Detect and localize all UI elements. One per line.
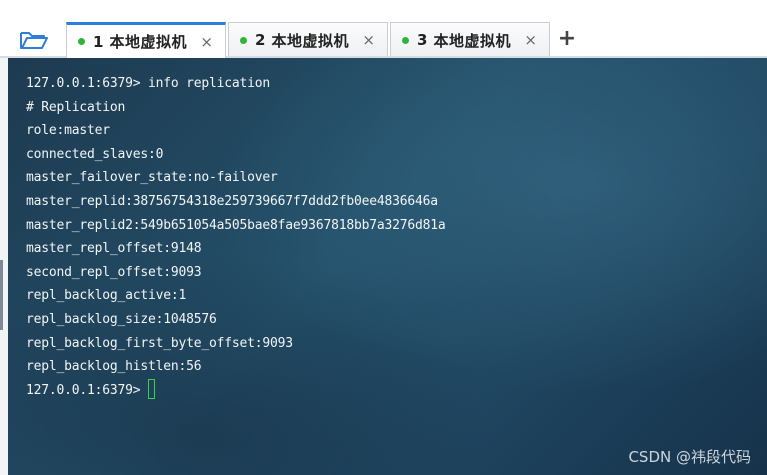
green-dot-icon xyxy=(78,38,85,45)
close-icon[interactable]: × xyxy=(524,31,537,49)
green-dot-icon xyxy=(240,36,247,44)
terminal-line: role:master xyxy=(26,123,110,139)
terminal-pane[interactable]: 127.0.0.1:6379> info replication # Repli… xyxy=(8,58,767,475)
terminal-line: master_replid2:549b651054a505bae8fae9367… xyxy=(26,217,446,233)
terminal-line: master_failover_state:no-failover xyxy=(26,170,278,186)
terminal-line: second_repl_offset:9093 xyxy=(26,264,202,280)
tab-title: 本地虚拟机 xyxy=(109,33,187,51)
terminal-line: repl_backlog_histlen:56 xyxy=(26,359,202,375)
terminal-line: master_replid:38756754318e259739667f7ddd… xyxy=(26,193,438,209)
terminal-line: repl_backlog_size:1048576 xyxy=(26,311,217,327)
open-session-button[interactable] xyxy=(14,26,54,54)
terminal-line: connected_slaves:0 xyxy=(26,146,164,162)
titlebar-gap xyxy=(0,0,767,20)
tab-number: 1 xyxy=(93,32,104,51)
close-icon[interactable]: × xyxy=(362,31,375,49)
terminal-output: 127.0.0.1:6379> info replication # Repli… xyxy=(26,72,446,403)
terminal-prompt-line[interactable]: 127.0.0.1:6379> xyxy=(26,378,445,403)
tab-3[interactable]: 3 本地虚拟机 × xyxy=(390,22,550,57)
terminal-line: repl_backlog_first_byte_offset:9093 xyxy=(26,335,293,351)
tab-title: 本地虚拟机 xyxy=(433,31,511,50)
tab-title: 本地虚拟机 xyxy=(271,31,349,50)
plus-icon[interactable]: + xyxy=(556,24,578,52)
terminal-line: # Replication xyxy=(26,99,126,115)
tab-number: 2 xyxy=(255,31,266,49)
folder-open-icon xyxy=(20,32,48,49)
terminal-prompt: 127.0.0.1:6379> xyxy=(26,382,141,398)
terminal-cursor xyxy=(148,378,156,399)
tab-number: 3 xyxy=(417,31,428,49)
terminal-line: repl_backlog_active:1 xyxy=(26,288,187,304)
close-icon[interactable]: × xyxy=(200,33,213,51)
tab-bar: 1 本地虚拟机 × 2 本地虚拟机 × 3 本地虚拟机 × + xyxy=(0,0,767,58)
left-panel-edge xyxy=(0,58,8,475)
tab-2[interactable]: 2 本地虚拟机 × xyxy=(228,22,388,57)
green-dot-icon xyxy=(402,36,409,44)
terminal-line: master_repl_offset:9148 xyxy=(26,241,202,257)
scroll-marker xyxy=(0,260,3,330)
tab-1[interactable]: 1 本地虚拟机 × xyxy=(66,22,226,58)
watermark: CSDN @祎段代码 xyxy=(628,448,751,466)
terminal-line: 127.0.0.1:6379> info replication xyxy=(26,76,271,91)
